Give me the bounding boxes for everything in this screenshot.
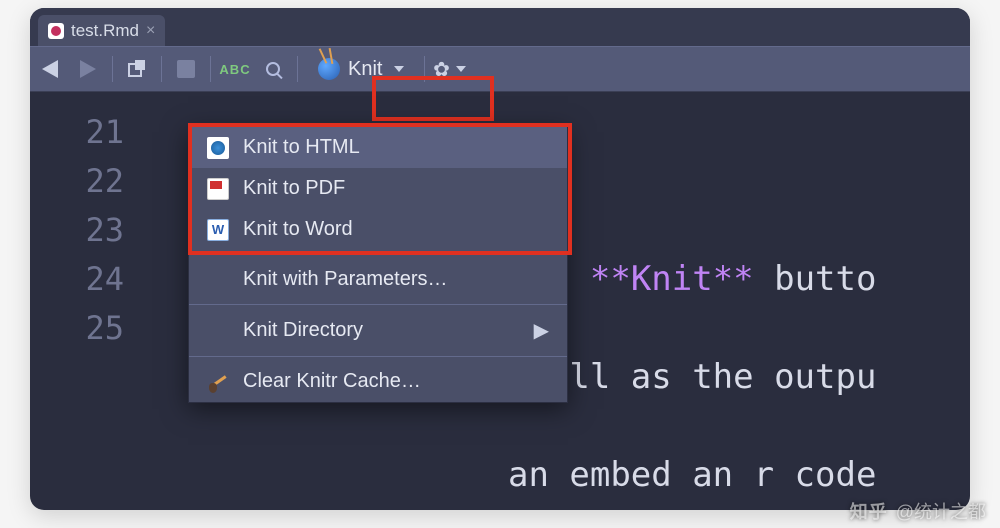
chevron-down-icon	[456, 66, 466, 72]
line-number: 25	[30, 304, 124, 353]
tab-filename: test.Rmd	[71, 21, 139, 41]
line-gutter: 21 22 23 24 25	[30, 92, 142, 510]
rmd-file-icon	[48, 23, 64, 39]
watermark: 知乎 @统计之都	[850, 498, 986, 524]
code-line: an embed an r code	[160, 451, 970, 500]
menu-item-clear-cache[interactable]: Clear Knitr Cache…	[189, 361, 567, 402]
toolbar-separator	[424, 56, 425, 82]
chevron-down-icon	[394, 66, 404, 72]
find-replace-button[interactable]	[259, 55, 287, 83]
save-button[interactable]	[172, 55, 200, 83]
brush-icon	[207, 371, 229, 393]
gear-icon: ✿	[433, 57, 450, 82]
toolbar: ABC Knit ✿	[30, 46, 970, 92]
menu-item-knit-word[interactable]: Knit to Word	[189, 209, 567, 250]
close-icon[interactable]: ×	[146, 22, 155, 40]
editor-window: test.Rmd × ABC Knit ✿ 21 22	[30, 8, 970, 510]
zhihu-logo: 知乎	[850, 498, 888, 524]
menu-item-knit-pdf[interactable]: Knit to PDF	[189, 168, 567, 209]
html-icon	[207, 137, 229, 159]
tab-bar: test.Rmd ×	[30, 8, 970, 46]
menu-label: Knit with Parameters…	[243, 268, 448, 291]
blank-icon	[207, 269, 229, 291]
knit-icon	[318, 58, 340, 80]
show-in-new-window-button[interactable]	[123, 55, 151, 83]
arrow-right-icon	[80, 60, 96, 78]
menu-separator	[189, 254, 567, 255]
toolbar-separator	[112, 56, 113, 82]
menu-item-knit-html[interactable]: Knit to HTML	[189, 127, 567, 168]
knit-label: Knit	[348, 58, 382, 81]
menu-label: Knit Directory	[243, 319, 363, 342]
arrow-left-icon	[42, 60, 58, 78]
file-tab[interactable]: test.Rmd ×	[38, 15, 165, 46]
menu-item-knit-params[interactable]: Knit with Parameters…	[189, 259, 567, 300]
menu-item-knit-directory[interactable]: Knit Directory ▶	[189, 309, 567, 352]
knit-dropdown-menu: Knit to HTML Knit to PDF Knit to Word Kn…	[188, 126, 568, 403]
knit-button[interactable]: Knit	[308, 54, 414, 85]
line-number: 21	[30, 108, 124, 157]
back-button[interactable]	[36, 55, 64, 83]
popup-window-icon	[127, 60, 147, 78]
line-number: 22	[30, 157, 124, 206]
menu-label: Knit to PDF	[243, 177, 345, 200]
menu-label: Knit to HTML	[243, 136, 360, 159]
spellcheck-button[interactable]: ABC	[221, 55, 249, 83]
forward-button	[74, 55, 102, 83]
menu-label: Knit to Word	[243, 218, 353, 241]
toolbar-separator	[210, 56, 211, 82]
toolbar-separator	[297, 56, 298, 82]
word-icon	[207, 219, 229, 241]
line-number: 23	[30, 206, 124, 255]
menu-separator	[189, 356, 567, 357]
menu-separator	[189, 304, 567, 305]
menu-label: Clear Knitr Cache…	[243, 370, 421, 393]
settings-button[interactable]: ✿	[435, 55, 463, 83]
blank-icon	[207, 320, 229, 342]
submenu-arrow-icon: ▶	[534, 318, 549, 343]
search-icon	[266, 62, 280, 76]
save-icon	[177, 60, 195, 78]
watermark-author: @统计之都	[896, 498, 986, 524]
pdf-icon	[207, 178, 229, 200]
markdown-bold: **Knit**	[590, 259, 754, 299]
line-number: 24	[30, 255, 124, 304]
toolbar-separator	[161, 56, 162, 82]
